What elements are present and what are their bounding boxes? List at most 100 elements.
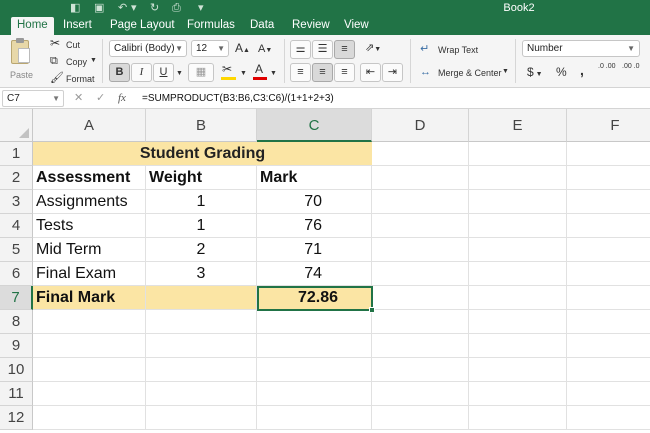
font-name-select[interactable]: Calibri (Body) ▼ xyxy=(109,40,187,57)
grid-cell[interactable] xyxy=(469,358,567,382)
row-header[interactable]: 6 xyxy=(0,262,33,286)
fill-color-button[interactable]: ✂ xyxy=(219,63,239,82)
grid-cell[interactable] xyxy=(372,382,469,406)
increase-indent-button[interactable]: ⇥ xyxy=(382,63,403,82)
row-header[interactable]: 8 xyxy=(0,310,33,334)
borders-button[interactable]: ▦ xyxy=(188,63,214,82)
column-header-b[interactable]: B xyxy=(146,109,257,142)
insert-function-icon[interactable]: fx xyxy=(118,91,126,105)
header-cell-mark[interactable]: Mark xyxy=(257,166,372,190)
merge-dropdown-icon[interactable]: ▼ xyxy=(502,66,509,78)
grid-cell[interactable] xyxy=(372,286,469,310)
grid-cell[interactable] xyxy=(146,358,257,382)
grid-cell[interactable] xyxy=(567,310,650,334)
grid-cell[interactable] xyxy=(567,214,650,238)
grid-cell[interactable] xyxy=(567,238,650,262)
column-header-c[interactable]: C xyxy=(257,109,372,142)
row-header[interactable]: 3 xyxy=(0,190,33,214)
scissors-icon[interactable]: ✂ xyxy=(50,37,60,49)
grid-cell[interactable] xyxy=(372,310,469,334)
column-header-e[interactable]: E xyxy=(469,109,567,142)
cut-button[interactable]: Cut xyxy=(66,39,80,51)
underline-dropdown-icon[interactable]: ▼ xyxy=(176,68,183,80)
orientation-button[interactable]: ⇗▼ xyxy=(365,42,381,56)
paste-button[interactable]: Paste xyxy=(6,38,38,84)
assessment-cell[interactable]: Final Exam xyxy=(33,262,146,286)
header-cell-weight[interactable]: Weight xyxy=(146,166,257,190)
grid-cell[interactable] xyxy=(469,214,567,238)
tab-insert[interactable]: Insert xyxy=(57,17,98,35)
formula-input[interactable]: =SUMPRODUCT(B3:B6,C3:C6)/(1+1+2+3) xyxy=(142,92,334,105)
assessment-cell[interactable]: Assignments xyxy=(33,190,146,214)
bold-button[interactable]: B xyxy=(109,63,130,82)
assessment-cell[interactable]: Tests xyxy=(33,214,146,238)
grid-cell[interactable] xyxy=(146,382,257,406)
increase-font-size-button[interactable]: A▲ xyxy=(235,42,250,57)
grid-cell[interactable] xyxy=(469,406,567,430)
grid-cell[interactable] xyxy=(372,262,469,286)
grid-cell[interactable] xyxy=(469,262,567,286)
sheet-title-cell[interactable]: Student Grading xyxy=(33,142,372,166)
row-header[interactable]: 4 xyxy=(0,214,33,238)
decrease-indent-button[interactable]: ⇤ xyxy=(360,63,381,82)
grid-cell[interactable] xyxy=(567,142,650,166)
row-header[interactable]: 7 xyxy=(0,286,33,310)
font-size-select[interactable]: 12 ▼ xyxy=(191,40,229,57)
grid-cell[interactable] xyxy=(372,190,469,214)
grid-cell[interactable] xyxy=(372,166,469,190)
grid-cell[interactable] xyxy=(469,310,567,334)
row-header[interactable]: 9 xyxy=(0,334,33,358)
format-painter-button[interactable]: Format xyxy=(66,73,95,85)
percent-button[interactable]: % xyxy=(556,66,567,78)
grid-cell[interactable] xyxy=(257,310,372,334)
header-cell-assessment[interactable]: Assessment xyxy=(33,166,146,190)
grid-cell[interactable] xyxy=(469,166,567,190)
empty-cell[interactable] xyxy=(146,286,257,310)
tab-review[interactable]: Review xyxy=(286,17,336,35)
grid-cell[interactable] xyxy=(33,334,146,358)
grid-cell[interactable] xyxy=(146,334,257,358)
weight-cell[interactable]: 3 xyxy=(146,262,257,286)
row-header[interactable]: 2 xyxy=(0,166,33,190)
align-bottom-button[interactable]: ≡ xyxy=(334,40,355,59)
grid-cell[interactable] xyxy=(257,334,372,358)
weight-cell[interactable]: 2 xyxy=(146,238,257,262)
copy-button[interactable]: Copy xyxy=(66,56,87,68)
grid-cell[interactable] xyxy=(372,142,469,166)
final-mark-label-cell[interactable]: Final Mark xyxy=(33,286,146,310)
grid-cell[interactable] xyxy=(567,334,650,358)
tab-data[interactable]: Data xyxy=(244,17,280,35)
grid-cell[interactable] xyxy=(372,358,469,382)
grid-cell[interactable] xyxy=(33,406,146,430)
final-mark-value-cell[interactable]: 72.86 xyxy=(257,286,372,310)
row-header[interactable]: 12 xyxy=(0,406,33,430)
grid-cell[interactable] xyxy=(469,190,567,214)
grid-cell[interactable] xyxy=(567,406,650,430)
grid-cell[interactable] xyxy=(146,310,257,334)
cancel-icon[interactable]: ✕ xyxy=(74,91,83,105)
decrease-decimal-button[interactable]: .00 .0 xyxy=(622,63,644,71)
row-header[interactable]: 1 xyxy=(0,142,33,166)
grid-cell[interactable] xyxy=(469,238,567,262)
tab-view[interactable]: View xyxy=(338,17,375,35)
underline-button[interactable]: U xyxy=(153,63,174,82)
grid-cell[interactable] xyxy=(372,238,469,262)
grid-cell[interactable] xyxy=(372,214,469,238)
grid-cell[interactable] xyxy=(33,358,146,382)
fill-color-dropdown-icon[interactable]: ▼ xyxy=(240,68,247,80)
decrease-font-size-button[interactable]: A▼ xyxy=(258,43,272,57)
grid-cell[interactable] xyxy=(146,406,257,430)
merge-center-icon[interactable]: ↔ xyxy=(420,66,431,78)
column-header-d[interactable]: D xyxy=(372,109,469,142)
mark-cell[interactable]: 71 xyxy=(257,238,372,262)
row-header[interactable]: 10 xyxy=(0,358,33,382)
grid-cell[interactable] xyxy=(33,310,146,334)
row-header[interactable]: 11 xyxy=(0,382,33,406)
grid-cell[interactable] xyxy=(567,358,650,382)
tab-page-layout[interactable]: Page Layout xyxy=(104,17,181,35)
grid-cell[interactable] xyxy=(567,262,650,286)
assessment-cell[interactable]: Mid Term xyxy=(33,238,146,262)
grid-cell[interactable] xyxy=(567,166,650,190)
font-color-dropdown-icon[interactable]: ▼ xyxy=(270,68,277,80)
row-header[interactable]: 5 xyxy=(0,238,33,262)
